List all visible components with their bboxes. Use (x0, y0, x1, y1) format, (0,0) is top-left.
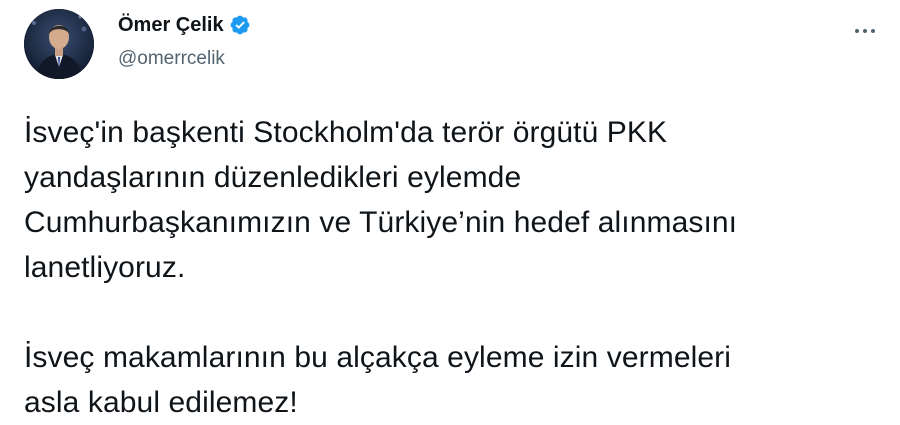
more-options-icon (855, 29, 875, 33)
author-name-row: Ömer Çelik (118, 13, 251, 37)
verified-badge-icon (229, 14, 251, 36)
tweet-paragraph: İsveç'in başkenti Stockholm'da terör örg… (24, 116, 738, 284)
avatar[interactable] (24, 9, 94, 79)
tweet-card: Ömer Çelik @omerrcelik İsveç'in başkenti… (0, 0, 900, 419)
more-options-button[interactable] (848, 16, 882, 46)
author-display-name[interactable]: Ömer Çelik (118, 13, 224, 37)
tweet-text: İsveç'in başkenti Stockholm'da terör örg… (24, 110, 884, 425)
tweet-paragraph: İsveç makamlarının bu alçakça eyleme izi… (24, 341, 732, 419)
author-handle[interactable]: @omerrcelik (118, 48, 225, 70)
